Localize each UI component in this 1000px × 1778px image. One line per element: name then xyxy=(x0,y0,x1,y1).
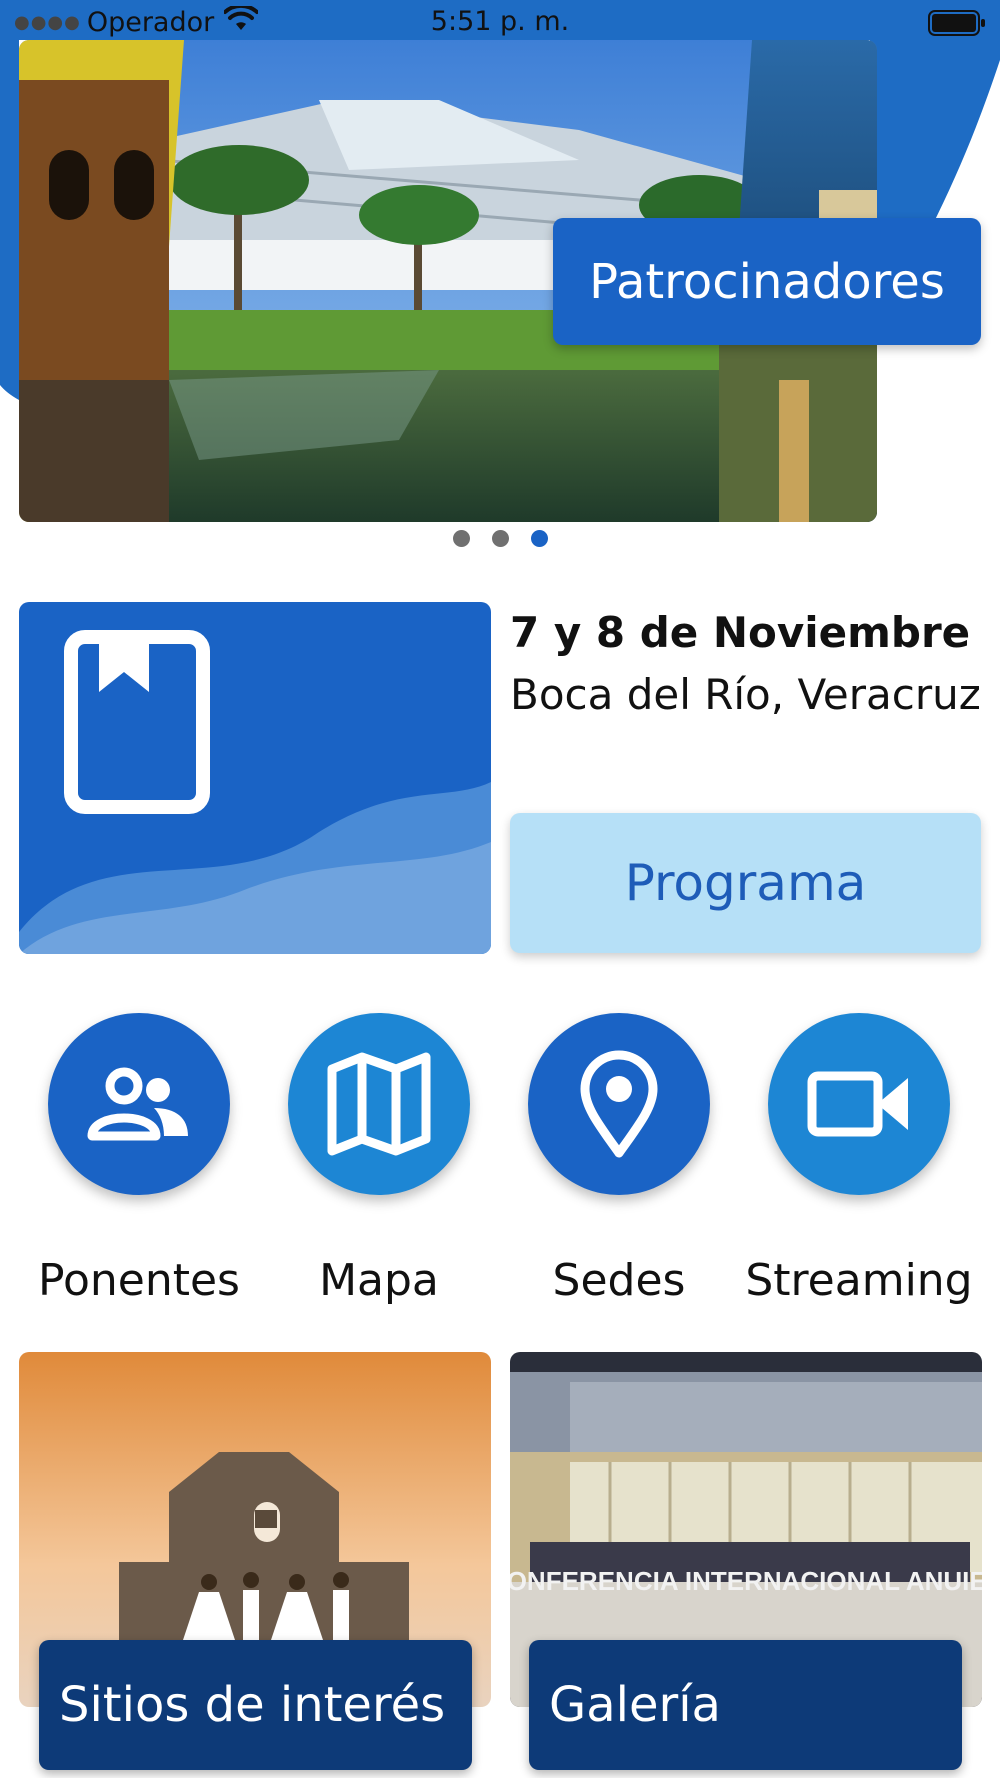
page-dot-1[interactable] xyxy=(452,530,470,547)
event-date: 7 y 8 de Noviembre xyxy=(510,608,971,657)
battery-icon xyxy=(928,10,986,40)
program-button[interactable]: Programa xyxy=(510,813,981,953)
map-icon[interactable] xyxy=(288,1013,470,1195)
status-bar: ●●●● Operador 5:51 p. m. xyxy=(0,0,1000,44)
gallery-banner-text: CONFERENCIA INTERNACIONAL ANUIES xyxy=(510,1566,982,1596)
carousel-page-indicator[interactable] xyxy=(0,530,1000,547)
people-icon[interactable] xyxy=(48,1013,230,1195)
gallery-button[interactable]: Galería xyxy=(529,1640,962,1770)
page-dot-2[interactable] xyxy=(491,530,509,547)
menu-item-ponentes[interactable]: Ponentes xyxy=(19,1013,259,1306)
sponsors-button[interactable]: Patrocinadores xyxy=(553,218,981,345)
menu-label-sedes: Sedes xyxy=(552,1255,686,1306)
menu-label-mapa: Mapa xyxy=(319,1255,439,1306)
menu-item-streaming[interactable]: Streaming xyxy=(739,1013,979,1306)
page-dot-3[interactable] xyxy=(530,530,548,547)
menu-item-sedes[interactable]: Sedes xyxy=(499,1013,739,1306)
menu-item-mapa[interactable]: Mapa xyxy=(259,1013,499,1306)
program-card-image[interactable] xyxy=(19,602,491,954)
clock: 5:51 p. m. xyxy=(430,6,570,37)
menu-label-streaming: Streaming xyxy=(745,1255,973,1306)
sites-of-interest-button[interactable]: Sitios de interés xyxy=(39,1640,472,1770)
event-location: Boca del Río, Veracruz xyxy=(510,670,981,719)
video-camera-icon[interactable] xyxy=(768,1013,950,1195)
location-pin-icon[interactable] xyxy=(528,1013,710,1195)
menu-label-ponentes: Ponentes xyxy=(38,1255,240,1306)
main-menu: Ponentes Mapa Sedes Streaming xyxy=(0,1013,1000,1313)
